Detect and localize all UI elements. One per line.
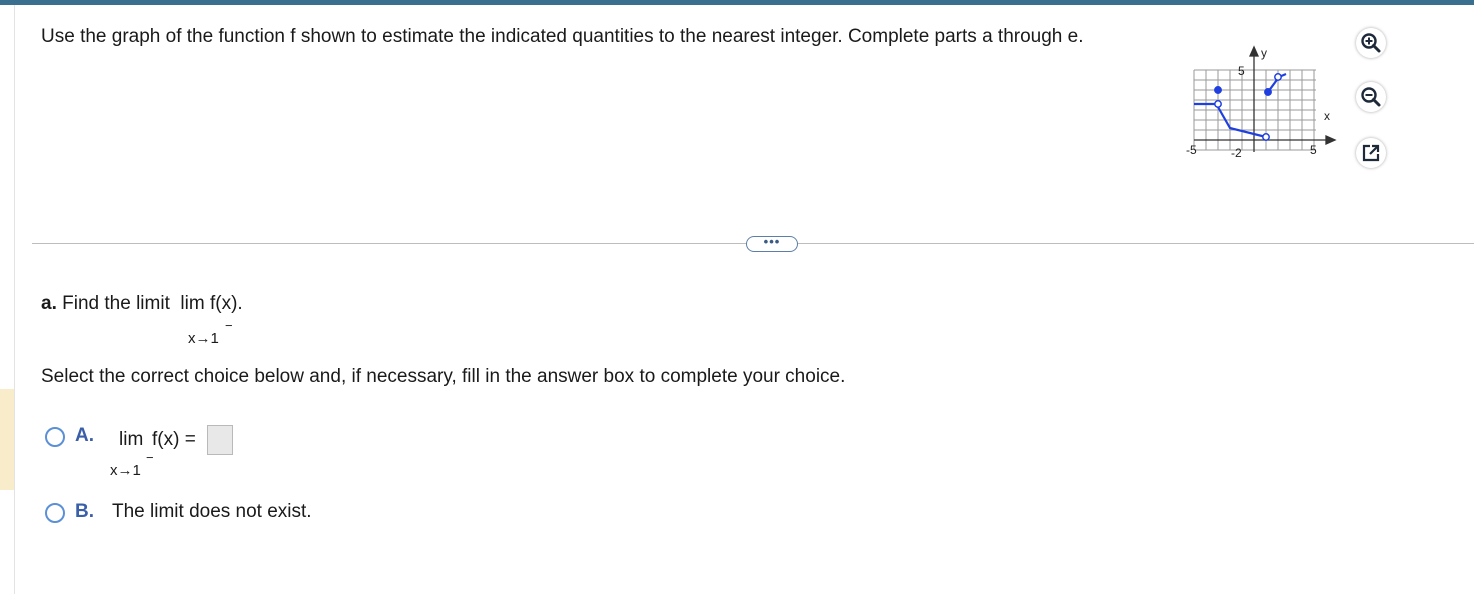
part-a-prompt: a. Find the limit lim f(x). bbox=[41, 293, 243, 315]
left-border bbox=[14, 5, 15, 594]
instruction-text: Select the correct choice below and, if … bbox=[41, 366, 846, 387]
graph-tick-y5: 5 bbox=[1238, 64, 1245, 78]
popout-button[interactable] bbox=[1356, 138, 1386, 168]
choice-a-limit-subscript: x→1 bbox=[110, 462, 141, 479]
graph-tick-x-5: -5 bbox=[1186, 143, 1197, 157]
more-button[interactable]: ••• bbox=[746, 234, 798, 252]
choice-a-lim: lim bbox=[119, 429, 144, 450]
graph-tick-y-2: -2 bbox=[1231, 146, 1242, 160]
graph-grid bbox=[1193, 69, 1316, 151]
part-a-limit-subscript: x→1 bbox=[188, 330, 219, 347]
part-a-lim: lim bbox=[180, 293, 205, 314]
zoom-out-icon bbox=[1361, 87, 1381, 107]
choice-b-text[interactable]: The limit does not exist. bbox=[112, 501, 312, 523]
choice-a-letter[interactable]: A. bbox=[75, 425, 94, 447]
part-a-limit-superscript: − bbox=[225, 318, 233, 333]
graph-x-label: x bbox=[1324, 109, 1330, 123]
zoom-in-icon bbox=[1361, 33, 1381, 53]
choice-b-letter[interactable]: B. bbox=[75, 501, 94, 523]
question-text: Use the graph of the function f shown to… bbox=[41, 26, 1084, 47]
function-graph[interactable]: y x 5 -2 -5 5 bbox=[1181, 40, 1351, 160]
zoom-in-button[interactable] bbox=[1356, 28, 1386, 58]
left-accent bbox=[0, 389, 14, 490]
choice-a-func: f(x) = bbox=[152, 429, 196, 450]
graph-curve bbox=[1194, 72, 1287, 139]
top-bar bbox=[0, 0, 1474, 5]
part-a-text: Find the limit bbox=[62, 293, 170, 314]
graph-tick-x5: 5 bbox=[1310, 143, 1317, 157]
answer-input-box[interactable] bbox=[207, 425, 233, 455]
part-a-func: f(x). bbox=[209, 293, 243, 314]
choice-a-radio[interactable] bbox=[45, 427, 65, 447]
zoom-out-button[interactable] bbox=[1356, 82, 1386, 112]
more-dots-icon: ••• bbox=[763, 234, 781, 249]
choice-a-limit-superscript: − bbox=[146, 450, 154, 465]
graph-y-label: y bbox=[1261, 46, 1267, 60]
external-link-icon bbox=[1362, 144, 1380, 162]
choice-b-radio[interactable] bbox=[45, 503, 65, 523]
part-a-label: a. bbox=[41, 293, 57, 314]
